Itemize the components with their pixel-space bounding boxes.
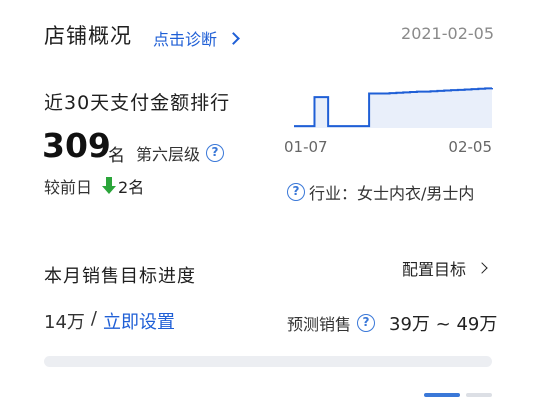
sales-progress-bar: [44, 356, 492, 367]
forecast-range: 39万 ~ 49万: [389, 314, 498, 335]
chevron-right-icon: [227, 31, 240, 45]
pager-dot[interactable]: [466, 393, 492, 397]
chevron-right-icon: [476, 262, 488, 274]
industry-row: ? 行业：女士内衣/男士内: [287, 180, 474, 204]
tier-info: 第六层级 ?: [136, 141, 225, 165]
diagnose-link[interactable]: 点击诊断: [153, 26, 240, 50]
sales-target-title: 本月销售目标进度: [44, 266, 196, 287]
help-icon[interactable]: ?: [287, 183, 305, 201]
pager-dot-active[interactable]: [424, 393, 460, 397]
forecast-label: 预测销售: [287, 315, 352, 334]
diagnose-link-label: 点击诊断: [153, 30, 218, 49]
page-title: 店铺概况: [44, 24, 132, 48]
forecast-row: 预测销售 ? 39万 ~ 49万: [287, 310, 497, 336]
date-label: 2021-02-05: [401, 24, 494, 43]
help-icon[interactable]: ?: [357, 314, 376, 332]
rank-number: 309: [42, 126, 111, 165]
chart-x-end: 02-05: [448, 138, 492, 156]
config-target-button[interactable]: 配置目标: [401, 256, 488, 280]
compare-row: 较前日 2名: [44, 174, 144, 198]
separator: /: [90, 308, 97, 329]
chart-x-start: 01-07: [284, 138, 328, 156]
trend-chart: [294, 87, 493, 128]
arrow-down-icon: [102, 177, 117, 195]
tier-label: 第六层级: [136, 145, 201, 164]
compare-label: 较前日: [44, 178, 93, 197]
rank-unit: 名: [108, 146, 125, 166]
sales-current: 14万: [44, 312, 85, 333]
sales-value-row: 14万 / 立即设置: [44, 308, 175, 334]
help-icon[interactable]: ?: [206, 144, 225, 162]
industry-label: 行业：女士内衣/男士内: [309, 184, 475, 203]
set-now-link[interactable]: 立即设置: [103, 308, 175, 334]
ranking-title: 近30天支付金额排行: [44, 92, 231, 114]
compare-value: 2名: [118, 178, 145, 197]
config-target-label: 配置目标: [401, 260, 466, 279]
